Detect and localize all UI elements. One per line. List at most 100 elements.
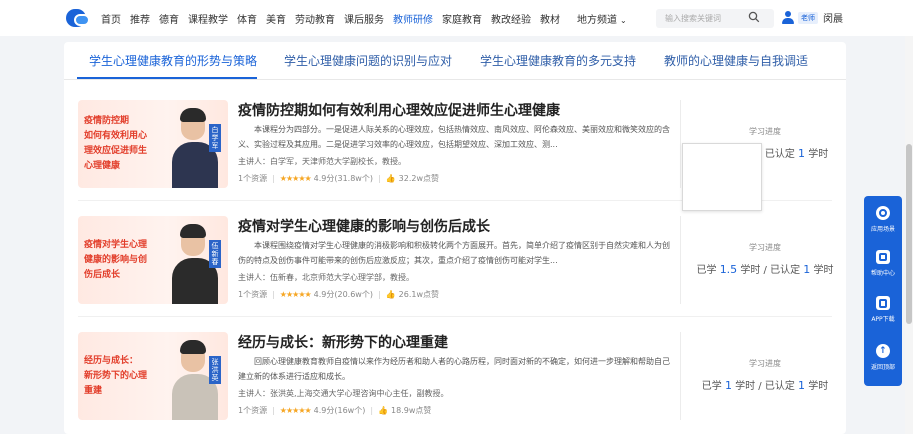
course-panel: 学生心理健康教育的形势与策略 学生心理健康问题的识别与应对 学生心理健康教育的多… bbox=[64, 42, 846, 434]
region-label: 地方频道 bbox=[577, 14, 617, 26]
course-meta: 1个资源 | ★★★★★ 4.9分(31.8w个) | 👍 32.2w点赞 bbox=[238, 174, 440, 183]
app-download-icon bbox=[876, 296, 890, 310]
row-divider bbox=[78, 316, 832, 317]
like-count: 32.2w点赞 bbox=[398, 174, 440, 183]
rating-stars-icon: ★★★★★ bbox=[279, 174, 312, 183]
progress-suffix: 学时 bbox=[808, 381, 829, 392]
nav-item-moral[interactable]: 德育 bbox=[159, 11, 179, 26]
resource-count: 1个资源 bbox=[238, 290, 268, 299]
nav-item-recommend[interactable]: 推荐 bbox=[130, 11, 150, 26]
tab-identify-respond[interactable]: 学生心理健康问题的识别与应对 bbox=[284, 52, 452, 69]
learned-hours: 1.5 bbox=[719, 263, 738, 276]
scrollbar-thumb[interactable] bbox=[906, 144, 912, 324]
course-speaker: 主讲人：张洪英,上海交通大学心理咨询中心主任，副教授。 bbox=[238, 389, 449, 398]
course-description: 本课程围绕疫情对学生心理健康的消极影响和积极转化两个方面展开。首先，简单介绍了疫… bbox=[238, 241, 670, 265]
course-description: 回顾心理健康教育教师自疫情以来作为经历者和助人者的心路历程，同时面对新的不确定，… bbox=[238, 357, 670, 381]
rating-value: 4.9分(20.6w个) bbox=[313, 290, 373, 299]
course-speaker: 主讲人：伍新春，北京师范大学心理学部，教授。 bbox=[238, 273, 414, 282]
chevron-down-icon: ⌄ bbox=[620, 15, 627, 25]
lecturer-name-tag: 张 洪 英 bbox=[209, 356, 221, 384]
float-label: 帮助中心 bbox=[870, 270, 895, 277]
certified-hours: 1 bbox=[803, 263, 811, 276]
page-scrollbar[interactable] bbox=[905, 36, 913, 434]
float-item-help[interactable]: 帮助中心 bbox=[864, 250, 902, 277]
float-item-scenes[interactable]: 应用场景 bbox=[864, 206, 902, 233]
search-icon[interactable] bbox=[748, 11, 760, 23]
certified-hours: 1 bbox=[798, 379, 806, 392]
float-label: 返回顶部 bbox=[870, 364, 895, 371]
like-count: 26.1w点赞 bbox=[398, 290, 440, 299]
resource-count: 1个资源 bbox=[238, 406, 268, 415]
float-item-app-download[interactable]: APP下载 bbox=[864, 296, 902, 323]
course-thumbnail[interactable]: 经历与成长： 新形势下的心理 重建 张 洪 英 bbox=[78, 332, 228, 420]
float-label: APP下载 bbox=[871, 316, 895, 323]
course-speaker: 主讲人：白学军，天津师范大学副校长，教授。 bbox=[238, 157, 406, 166]
tab-multiple-support[interactable]: 学生心理健康教育的多元支持 bbox=[480, 52, 636, 69]
site-logo[interactable] bbox=[66, 7, 92, 29]
lecturer-name-tag: 白 学 军 bbox=[209, 124, 221, 152]
progress-value: 已学 1.5 学时 / 已认定 1 学时 bbox=[684, 261, 846, 276]
float-label: 应用场景 bbox=[870, 226, 895, 233]
thumbnail-title: 经历与成长： 新形势下的心理 重建 bbox=[84, 355, 148, 396]
user-role-badge: 老师 bbox=[798, 11, 818, 24]
course-description: 本课程分为四部分。一是促进人际关系的心理效应，包括热情效应、南风效应、阿伦森效应… bbox=[238, 125, 670, 149]
progress-label: 学习进度 bbox=[749, 127, 781, 136]
progress-mid: 学时 / 已认定 bbox=[740, 265, 801, 276]
course-title[interactable]: 经历与成长：新形势下的心理重建 bbox=[238, 332, 448, 352]
like-count: 18.9w点赞 bbox=[391, 406, 432, 415]
course-item[interactable]: 经历与成长： 新形势下的心理 重建 张 洪 英 经历与成长：新形势下的心理重建 … bbox=[64, 332, 846, 434]
rating-stars-icon: ★★★★★ bbox=[279, 290, 312, 299]
progress-suffix: 学时 bbox=[808, 149, 829, 160]
thumbs-up-icon: 👍 bbox=[385, 174, 396, 183]
thumbs-up-icon: 👍 bbox=[385, 290, 396, 299]
nav-item-after-school[interactable]: 课后服务 bbox=[344, 11, 384, 26]
course-title[interactable]: 疫情对学生心理健康的影响与创伤后成长 bbox=[238, 216, 490, 236]
course-meta: 1个资源 | ★★★★★ 4.9分(16w个) | 👍 18.9w点赞 bbox=[238, 406, 432, 415]
progress-value: 已学 1 学时 / 已认定 1 学时 bbox=[684, 377, 846, 392]
progress-prefix: 已学 bbox=[701, 381, 722, 392]
divider bbox=[680, 100, 681, 188]
thumbnail-title: 疫情对学生心理 健康的影响与创 伤后成长 bbox=[84, 239, 148, 280]
nav-item-family[interactable]: 家庭教育 bbox=[442, 11, 482, 26]
learned-hours: 1 bbox=[724, 379, 732, 392]
nav-item-course-teaching[interactable]: 课程教学 bbox=[188, 11, 228, 26]
progress-mid: 学时 / 已认定 bbox=[735, 381, 795, 392]
hover-tooltip bbox=[682, 143, 762, 211]
nav-item-arts[interactable]: 美育 bbox=[266, 11, 286, 26]
nav-item-region[interactable]: 地方频道 ⌄ bbox=[577, 11, 627, 26]
course-item[interactable]: 疫情对学生心理 健康的影响与创 伤后成长 伍 新 春 疫情对学生心理健康的影响与… bbox=[64, 216, 846, 318]
progress-label: 学习进度 bbox=[749, 359, 781, 368]
divider bbox=[680, 332, 681, 420]
course-thumbnail[interactable]: 疫情防控期 如何有效利用心 理效应促进师生 心理健康 白 学 军 bbox=[78, 100, 228, 188]
resource-count: 1个资源 bbox=[238, 174, 268, 183]
progress-label: 学习进度 bbox=[749, 243, 781, 252]
active-tab-indicator bbox=[77, 77, 257, 79]
topic-tabs: 学生心理健康教育的形势与策略 学生心理健康问题的识别与应对 学生心理健康教育的多… bbox=[64, 42, 846, 80]
back-to-top-icon: ↑ bbox=[876, 344, 890, 358]
nav-item-teacher-training[interactable]: 教师研修 bbox=[393, 11, 433, 26]
top-navigation: 首页 推荐 德育 课程教学 体育 美育 劳动教育 课后服务 教师研修 家庭教育 … bbox=[0, 0, 913, 36]
nav-item-reform[interactable]: 教改经验 bbox=[491, 11, 531, 26]
progress-prefix: 已学 bbox=[696, 265, 717, 276]
tab-teacher-wellbeing[interactable]: 教师的心理健康与自我调适 bbox=[664, 52, 808, 69]
progress-suffix: 学时 bbox=[813, 265, 834, 276]
user-avatar-icon bbox=[782, 11, 794, 24]
right-float-toolbar: 应用场景 帮助中心 APP下载 ↑ 返回顶部 bbox=[864, 196, 902, 386]
tab-situation-strategy[interactable]: 学生心理健康教育的形势与策略 bbox=[89, 52, 257, 69]
nav-item-home[interactable]: 首页 bbox=[101, 11, 121, 26]
course-meta: 1个资源 | ★★★★★ 4.9分(20.6w个) | 👍 26.1w点赞 bbox=[238, 290, 440, 299]
nav-item-labor[interactable]: 劳动教育 bbox=[295, 11, 335, 26]
rating-stars-icon: ★★★★★ bbox=[279, 406, 312, 415]
course-title[interactable]: 疫情防控期如何有效利用心理效应促进师生心理健康 bbox=[238, 100, 560, 120]
thumbnail-title: 疫情防控期 如何有效利用心 理效应促进师生 心理健康 bbox=[84, 116, 148, 171]
thumbs-up-icon: 👍 bbox=[378, 406, 389, 415]
nav-item-sports[interactable]: 体育 bbox=[237, 11, 257, 26]
rating-value: 4.9分(16w个) bbox=[313, 406, 366, 415]
divider bbox=[680, 216, 681, 304]
user-menu[interactable]: 老师 闵晨 bbox=[782, 10, 843, 25]
nav-item-textbook[interactable]: 教材 bbox=[540, 11, 560, 26]
certified-hours: 1 bbox=[798, 147, 806, 160]
lecturer-name-tag: 伍 新 春 bbox=[209, 240, 221, 268]
float-item-back-to-top[interactable]: ↑ 返回顶部 bbox=[864, 344, 902, 371]
course-thumbnail[interactable]: 疫情对学生心理 健康的影响与创 伤后成长 伍 新 春 bbox=[78, 216, 228, 304]
